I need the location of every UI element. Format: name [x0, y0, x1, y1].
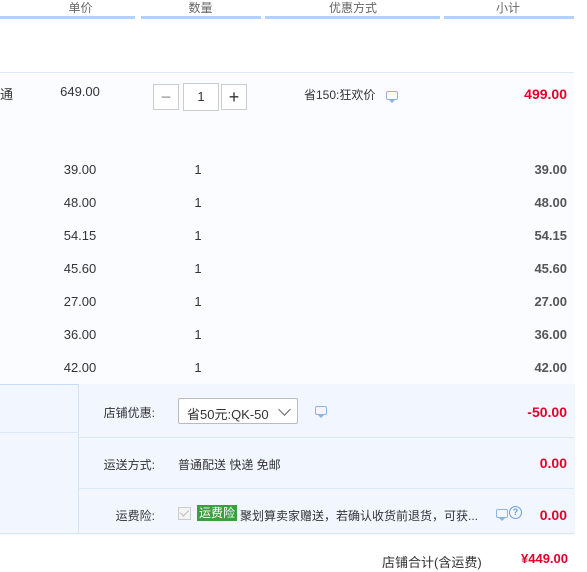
header-underline — [444, 16, 574, 19]
chat-icon[interactable] — [386, 91, 398, 103]
shipping-label: 运送方式: — [103, 458, 155, 472]
gift-price: 36.00 — [63, 327, 97, 342]
chat-icon[interactable] — [315, 406, 327, 418]
insurance-badge: 运费险 — [197, 505, 238, 521]
header-underline — [0, 16, 135, 19]
divider — [0, 533, 574, 534]
insurance-label: 运费险: — [115, 509, 155, 523]
gift-price: 45.60 — [63, 261, 97, 276]
gift-subtotal: 48.00 — [534, 195, 567, 210]
header-underline — [265, 16, 440, 19]
gift-price: 42.00 — [63, 360, 97, 375]
gift-quantity: 1 — [194, 261, 202, 276]
chevron-down-icon — [278, 403, 291, 416]
item-name-fragment[interactable]: 通 — [0, 84, 13, 103]
insurance-amount: 0.00 — [539, 507, 567, 523]
shop-total-label: 店铺合计(含运费) — [382, 555, 482, 570]
gift-quantity: 1 — [194, 360, 202, 375]
shop-total-value: ¥449.00 — [521, 551, 568, 566]
shop-discount-label: 店铺优惠: — [103, 406, 155, 420]
item-discount-text: 省150:狂欢价 — [304, 88, 376, 102]
header-underline — [141, 16, 261, 19]
item-unit-price: 649.00 — [60, 84, 100, 99]
divider — [78, 437, 574, 438]
shop-discount-select[interactable]: 省50元:QK-50 — [178, 398, 298, 424]
gift-quantity: 1 — [194, 195, 202, 210]
gift-price: 54.15 — [63, 228, 97, 243]
insurance-text: 聚划算卖家赠送，若确认收货前退货，可获... — [240, 509, 479, 523]
gift-quantity: 1 — [194, 228, 202, 243]
gift-price: 27.00 — [63, 294, 97, 309]
gift-subtotal: 36.00 — [534, 327, 567, 342]
increase-quantity-button[interactable]: + — [221, 84, 247, 110]
gift-subtotal: 45.60 — [534, 261, 567, 276]
gift-subtotal: 42.00 — [534, 360, 567, 375]
item-subtotal: 499.00 — [524, 86, 567, 102]
table-header: 单价 数量 优惠方式 小计 — [0, 0, 587, 19]
divider — [78, 488, 574, 489]
shipping-value: 普通配送 快递 免邮 — [178, 458, 281, 472]
decrease-quantity-button[interactable]: − — [153, 84, 179, 110]
shop-discount-selected: 省50元:QK-50 — [187, 407, 269, 422]
gift-price: 39.00 — [63, 162, 97, 177]
shop-discount-amount: -50.00 — [527, 404, 567, 420]
gift-subtotal: 54.15 — [534, 228, 567, 243]
gift-quantity: 1 — [194, 327, 202, 342]
gift-subtotal: 39.00 — [534, 162, 567, 177]
gift-subtotal: 27.00 — [534, 294, 567, 309]
shipping-amount: 0.00 — [539, 455, 567, 471]
gift-quantity: 1 — [194, 294, 202, 309]
quantity-input[interactable]: 1 — [183, 83, 219, 111]
insurance-checkbox[interactable] — [178, 507, 191, 520]
gift-quantity: 1 — [194, 162, 202, 177]
gift-price: 48.00 — [63, 195, 97, 210]
divider — [0, 432, 78, 433]
